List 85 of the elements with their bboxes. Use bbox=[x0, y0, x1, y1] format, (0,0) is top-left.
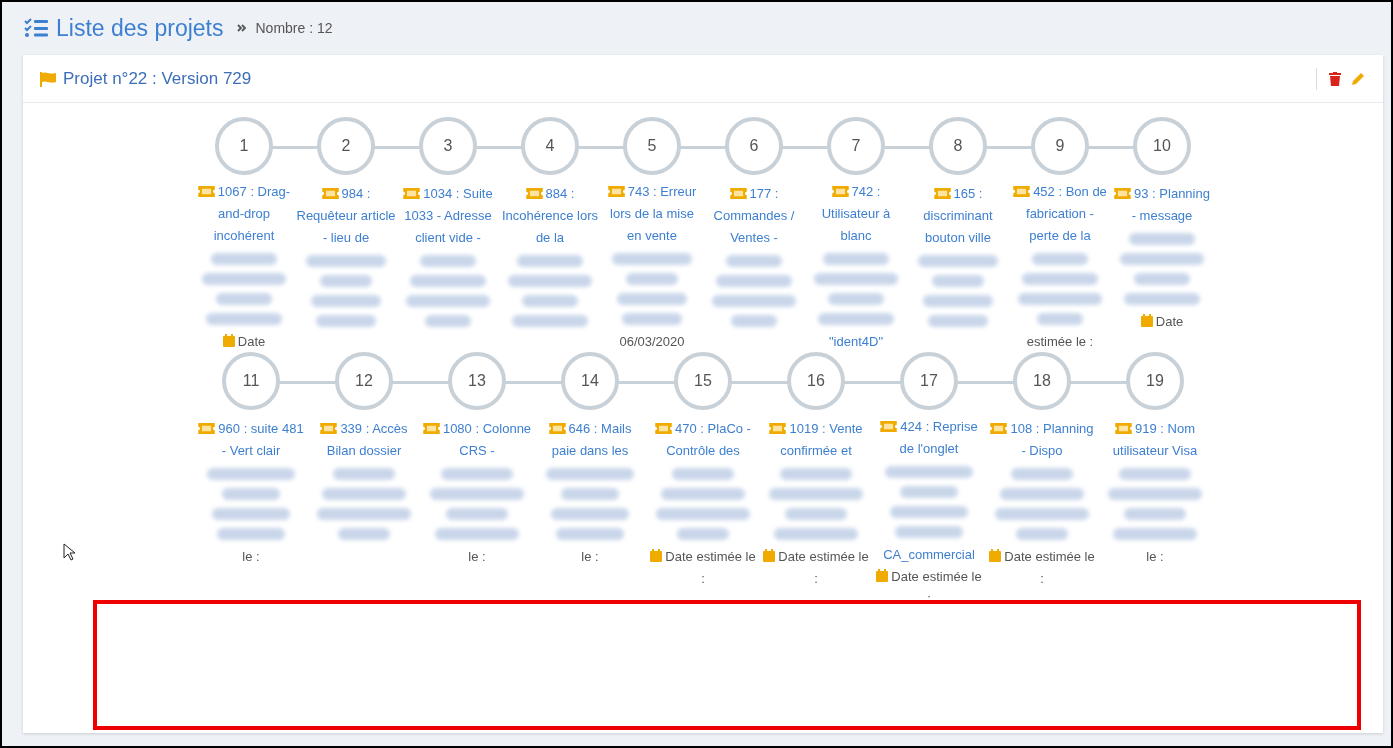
ticket-text: CA_commercial bbox=[882, 546, 976, 564]
ticket-link[interactable]: 165 : discriminant bouton ville bbox=[907, 183, 1009, 249]
ticket-icon bbox=[197, 186, 215, 197]
calendar-icon bbox=[763, 549, 776, 562]
step-circle: 19 bbox=[1126, 352, 1184, 410]
step-circle: 5 bbox=[623, 117, 681, 175]
ticket-link[interactable]: 108 : Planning - Dispo bbox=[985, 418, 1099, 462]
step-circle: 6 bbox=[725, 117, 783, 175]
ticket-link[interactable]: 424 : Reprise de l'onglet bbox=[872, 416, 986, 460]
step-circle: 2 bbox=[317, 117, 375, 175]
calendar-icon bbox=[876, 569, 889, 582]
ticket-icon bbox=[422, 423, 440, 434]
calendar-icon bbox=[989, 549, 1002, 562]
step-circle: 9 bbox=[1031, 117, 1089, 175]
ticket-icon bbox=[990, 423, 1008, 434]
date-text: le : bbox=[1145, 548, 1165, 566]
ticket-icon bbox=[607, 186, 625, 197]
calendar-icon bbox=[1140, 314, 1153, 327]
step-circle: 18 bbox=[1013, 352, 1071, 410]
page-title: Liste des projets bbox=[56, 14, 224, 42]
ticket-link[interactable]: 984 : Requêteur article - lieu de bbox=[295, 183, 397, 249]
ticket-icon bbox=[320, 423, 338, 434]
ticket-icon bbox=[729, 188, 747, 199]
step-circle: 1 bbox=[215, 117, 273, 175]
flag-icon bbox=[39, 70, 57, 87]
step-circle: 16 bbox=[787, 352, 845, 410]
ticket-link[interactable]: 452 : Bon de fabrication - perte de la bbox=[1009, 181, 1111, 247]
step-circle: 7 bbox=[827, 117, 885, 175]
ticket-link[interactable]: 743 : Erreur lors de la mise en vente bbox=[601, 181, 703, 247]
step-circle: 8 bbox=[929, 117, 987, 175]
ticket-icon bbox=[1013, 186, 1031, 197]
ticket-icon bbox=[831, 186, 849, 197]
ticket-link[interactable]: 1034 : Suite 1033 - Adresse client vide - bbox=[397, 183, 499, 249]
ticket-link[interactable]: 646 : Mails paie dans les bbox=[533, 418, 647, 462]
ticket-icon bbox=[321, 188, 339, 199]
date-text: le : bbox=[241, 548, 261, 566]
estimated-date-label: Date estimée le : bbox=[646, 546, 760, 590]
delete-button[interactable] bbox=[1327, 69, 1343, 88]
ticket-icon bbox=[198, 423, 216, 434]
step-circle: 11 bbox=[222, 352, 280, 410]
ticket-icon bbox=[880, 421, 898, 432]
estimated-date-label: Date bbox=[220, 331, 268, 353]
ticket-link[interactable]: 884 : Incohérence lors de la bbox=[499, 183, 601, 249]
ticket-icon bbox=[1114, 188, 1132, 199]
date-text: estimée le : bbox=[1025, 333, 1095, 351]
step-circle: 3 bbox=[419, 117, 477, 175]
estimated-date-label: Date estimée le : bbox=[985, 546, 1099, 590]
step-circle: 13 bbox=[448, 352, 506, 410]
calendar-icon bbox=[222, 334, 235, 347]
ticket-icon bbox=[548, 423, 566, 434]
date-text: le : bbox=[580, 548, 600, 566]
ticket-link[interactable]: 177 : Commandes / Ventes - bbox=[703, 183, 805, 249]
ticket-link[interactable]: 960 : suite 481 - Vert clair bbox=[194, 418, 308, 462]
estimated-date-label: Date estimée le : bbox=[759, 546, 873, 590]
double-chevron-icon bbox=[237, 24, 248, 32]
ticket-link[interactable]: 339 : Accès Bilan dossier bbox=[307, 418, 421, 462]
checklist-icon bbox=[24, 18, 48, 38]
step-circle: 4 bbox=[521, 117, 579, 175]
cursor-icon bbox=[63, 543, 75, 561]
ticket-icon bbox=[769, 423, 787, 434]
ticket-icon bbox=[1115, 423, 1132, 434]
step-circle: 10 bbox=[1133, 117, 1191, 175]
ticket-icon bbox=[933, 188, 951, 199]
ticket-link[interactable]: 742 : Utilisateur à blanc bbox=[805, 181, 907, 247]
project-count: Nombre : 12 bbox=[255, 20, 333, 36]
estimated-date-label: Date estimée le : bbox=[872, 566, 986, 610]
ticket-link[interactable]: 919 : Nom utilisateur Visa bbox=[1098, 418, 1212, 462]
ticket-link[interactable]: 93 : Planning - message bbox=[1111, 183, 1213, 227]
ticket-link[interactable]: 1080 : Colonne CRS - bbox=[420, 418, 534, 462]
ticket-icon bbox=[403, 188, 421, 199]
ticket-link[interactable]: 1067 : Drag-and-drop incohérent bbox=[193, 181, 295, 247]
step-circle: 12 bbox=[335, 352, 393, 410]
ticket-icon bbox=[525, 188, 543, 199]
project-title: Projet n°22 : Version 729 bbox=[63, 68, 252, 89]
step-circle: 14 bbox=[561, 352, 619, 410]
step-circle: 15 bbox=[674, 352, 732, 410]
ticket-icon bbox=[655, 423, 673, 434]
ticket-link[interactable]: 1019 : Vente confirmée et bbox=[759, 418, 873, 462]
calendar-icon bbox=[650, 549, 663, 562]
ticket-link[interactable]: 470 : PlaCo - Contrôle des bbox=[646, 418, 760, 462]
date-text: le : bbox=[467, 548, 487, 566]
date-text: 06/03/2020 bbox=[618, 333, 686, 351]
step-circle: 17 bbox=[900, 352, 958, 410]
estimated-date-label: Date bbox=[1138, 311, 1186, 333]
ticket-text: "ident4D" bbox=[827, 333, 884, 351]
